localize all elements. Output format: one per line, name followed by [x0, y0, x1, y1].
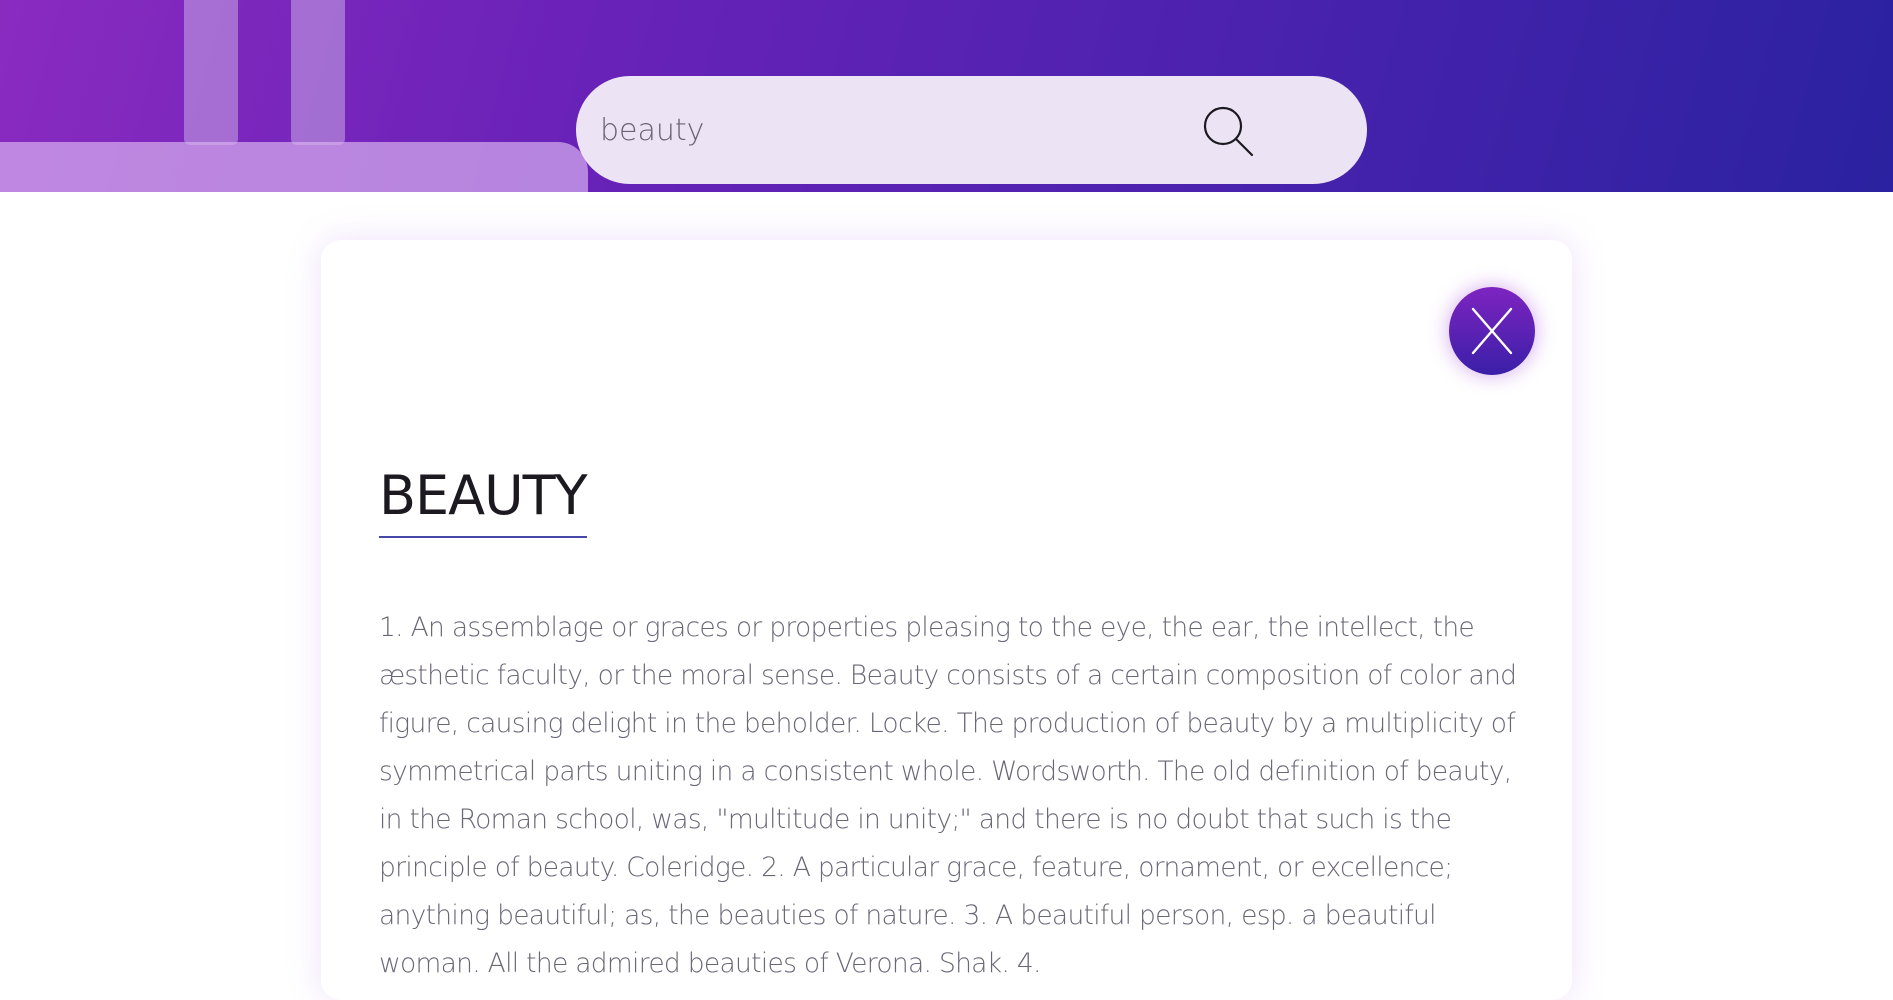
- decorative-bar: [291, 0, 345, 145]
- definition-text: 1. An assemblage or graces or properties…: [379, 612, 1517, 979]
- header-banner: [0, 0, 1893, 192]
- search-input[interactable]: [600, 76, 1160, 184]
- close-icon: [1471, 307, 1513, 355]
- decorative-bar: [184, 0, 238, 145]
- word-title: BEAUTY: [379, 460, 588, 538]
- search-icon: [1203, 106, 1254, 157]
- decorative-base: [0, 142, 588, 192]
- search-bar: [576, 76, 1367, 184]
- search-button[interactable]: [1201, 104, 1257, 160]
- definition-card: BEAUTY 1. An assemblage or graces or pro…: [321, 240, 1572, 1000]
- close-button[interactable]: [1449, 287, 1535, 375]
